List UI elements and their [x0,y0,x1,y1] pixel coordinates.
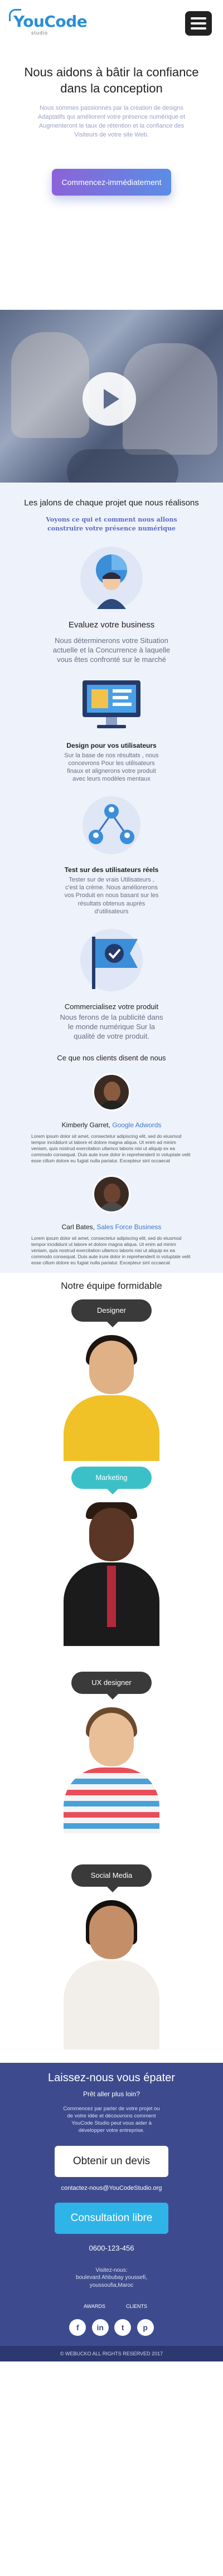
milestone-step: Evaluez votre business Nous détermineron… [9,544,214,665]
team-member: Marketing [0,1465,223,1668]
client-company-link[interactable]: Sales Force Business [96,1223,161,1231]
milestone-text: Nous déterminerons votre Situation actue… [52,636,171,664]
milestone-text: Tester sur de vrais Utilisateurs , c'est… [64,876,159,915]
copyright: © WEBUCKO ALL RIGHTS RESERVED 2017 [0,2346,223,2362]
site-header: YouCode studio [0,0,223,53]
hero-section: Nous aidons à bâtir la confiance dans la… [0,53,223,310]
footer-question: Prêt aller plus loin? [83,2090,140,2098]
hamburger-icon [191,17,206,20]
start-now-button[interactable]: Commencez-immédiatement [51,168,172,196]
team-role-badge: UX designer [71,1672,152,1700]
free-consultation-button[interactable]: Consultation libre [55,2202,168,2234]
flag-check-icon [80,929,143,992]
team-member: Designer [0,1292,223,1465]
team-member-photo [54,1333,169,1462]
get-quote-button[interactable]: Obtenir un devis [55,2145,168,2177]
linkedin-icon[interactable]: in [91,2319,109,2336]
avatar [93,1175,130,1214]
milestone-title: Commercialisez votre produit [64,1002,159,1011]
client-name-line: Carl Bates, Sales Force Business [26,1223,197,1231]
milestone-text: Sur la base de nos résultats , nous conc… [64,752,159,783]
awards-link[interactable]: AWARDS [84,2304,105,2309]
clients-link[interactable]: CLIENTS [126,2304,147,2309]
facebook-icon[interactable]: f [69,2319,86,2336]
team-section: Notre équipe formidable Designer Marketi… [0,1273,223,2063]
clients-title: Ce que nos clients disent de nous [57,1053,166,1062]
pinterest-icon[interactable]: p [137,2319,154,2336]
team-member-photo [54,1500,169,1647]
avatar [93,1073,130,1111]
hero-title: Nous aidons à bâtir la confiance dans la… [24,65,199,95]
milestones-subtitle: Voyons ce qui et comment nous allons con… [46,516,177,532]
phone-number[interactable]: 0600-123-456 [0,2244,223,2252]
milestone-title: Design pour vos utilisateurs [66,741,157,749]
contact-email-link[interactable]: contactez-nous@YouCodeStudio.org [0,2185,223,2192]
milestones-section: Les jalons de chaque projet que nous réa… [0,483,223,1273]
milestone-step: Design pour vos utilisateurs Sur la base… [9,676,214,783]
team-member: UX designer [0,1668,223,1862]
hero-description: Nous sommes passionnés par la création d… [37,105,186,138]
footer-text: Commencez par parler de votre projet ou … [63,2106,160,2134]
logo-text: YouCode [13,12,88,31]
footer-title: Laissez-nous vous épater [48,2072,175,2085]
testimonial: Kimberly Garret, Google Adwords Lorem ip… [9,1073,214,1164]
client-name: Kimberly Garret, [61,1121,110,1129]
milestone-step: Commercialisez votre produit Nous ferons… [9,927,214,1041]
milestone-title: Evaluez votre business [68,620,155,630]
client-company-link[interactable]: Google Adwords [112,1121,161,1129]
milestone-title: Test sur des utilisateurs réels [64,865,159,874]
client-name: Carl Bates, [61,1223,95,1231]
team-role-badge: Marketing [71,1467,152,1495]
logo-subtext: studio [31,30,49,36]
analyst-icon [80,546,143,609]
team-title: Notre équipe formidable [61,1280,162,1292]
hamburger-menu-button[interactable] [185,11,212,36]
social-links: f in t p [0,2319,223,2346]
play-icon[interactable] [83,372,136,426]
network-icon [83,796,140,854]
team-member-photo [54,1898,169,2050]
testimonial: Carl Bates, Sales Force Business Lorem i… [9,1175,214,1273]
awards-clients-row: AWARDS CLIENTS [0,2299,223,2316]
team-member-photo [54,1705,169,1834]
client-quote: Lorem ipsum dolor sit amet, consectetur … [31,1235,191,1266]
team-role-badge: Social Media [71,1864,152,1893]
video-player[interactable] [0,310,223,483]
address: Visitez-nous: boulevard Ahbubay youssefi… [76,2267,147,2288]
twitter-icon[interactable]: t [114,2319,132,2336]
milestone-text: Nous ferons de la publicité dans le mond… [60,1013,163,1040]
client-name-line: Kimberly Garret, Google Adwords [26,1121,197,1129]
team-member: Social Media [0,1862,223,2063]
milestones-title: Les jalons de chaque projet que nous réa… [24,498,199,508]
contact-footer: Laissez-nous vous épater Prêt aller plus… [0,2063,223,2362]
desktop-icon [83,680,140,728]
client-quote: Lorem ipsum dolor sit amet, consectetur … [31,1133,191,1164]
milestone-step: Test sur des utilisateurs réels Tester s… [9,795,214,916]
team-role-badge: Designer [71,1299,152,1328]
